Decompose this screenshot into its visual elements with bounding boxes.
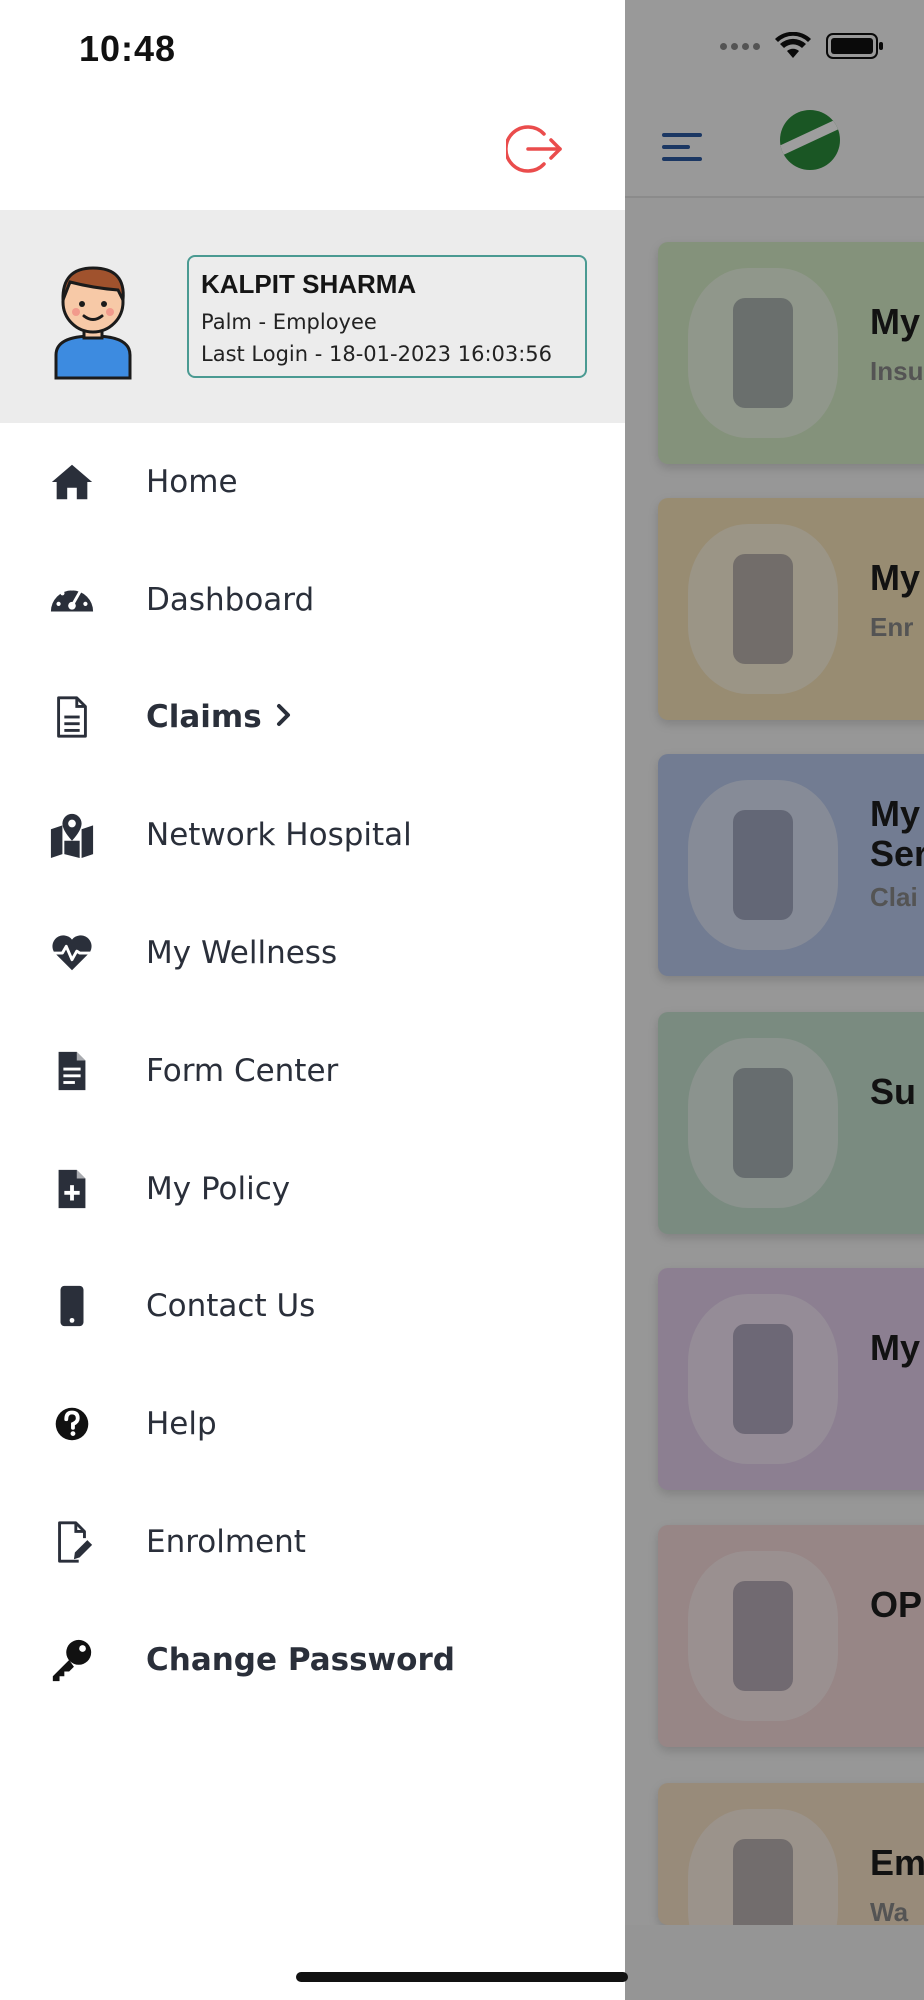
- status-time: 10:48: [79, 28, 177, 69]
- menu-label-help: Help: [146, 1406, 217, 1443]
- edit-file-icon: [48, 1518, 96, 1566]
- help-circle-icon: [48, 1400, 96, 1448]
- profile-section: KALPIT SHARMA Palm - Employee Last Login…: [0, 210, 625, 423]
- profile-card: KALPIT SHARMA Palm - Employee Last Login…: [187, 255, 587, 378]
- phone-icon: [48, 1282, 96, 1330]
- menu-label-home: Home: [146, 463, 238, 500]
- menu-item-network-hospital[interactable]: Network Hospital: [0, 776, 625, 894]
- menu-label-claims: Claims: [146, 699, 292, 735]
- menu-label-dashboard: Dashboard: [146, 581, 315, 618]
- speedometer-icon: [48, 576, 96, 624]
- drawer-menu: Home Dashboard Claims Network Hospital M…: [0, 423, 625, 1719]
- home-icon: [48, 458, 96, 506]
- menu-item-my-policy[interactable]: My Policy: [0, 1130, 625, 1248]
- avatar: [54, 266, 132, 380]
- menu-label-form-center: Form Center: [146, 1052, 339, 1089]
- menu-label-my-wellness: My Wellness: [146, 935, 338, 972]
- logout-icon[interactable]: [506, 120, 564, 178]
- menu-item-dashboard[interactable]: Dashboard: [0, 541, 625, 659]
- menu-item-claims[interactable]: Claims: [0, 659, 625, 777]
- menu-label-enrolment: Enrolment: [146, 1524, 306, 1561]
- menu-label-contact-us: Contact Us: [146, 1288, 316, 1325]
- menu-item-form-center[interactable]: Form Center: [0, 1012, 625, 1130]
- home-indicator[interactable]: [296, 1972, 628, 1982]
- menu-label-change-password: Change Password: [146, 1641, 455, 1678]
- menu-item-help[interactable]: Help: [0, 1365, 625, 1483]
- last-login: Last Login - 18-01-2023 16:03:56: [201, 342, 553, 366]
- heartbeat-icon: [48, 929, 96, 977]
- menu-label-my-policy: My Policy: [146, 1170, 291, 1207]
- menu-item-contact-us[interactable]: Contact Us: [0, 1248, 625, 1366]
- file-plus-icon: [48, 1165, 96, 1213]
- form-icon: [48, 1047, 96, 1095]
- menu-label-network-hospital: Network Hospital: [146, 817, 412, 854]
- document-icon: [48, 693, 96, 741]
- map-pin-icon: [48, 811, 96, 859]
- menu-item-enrolment[interactable]: Enrolment: [0, 1483, 625, 1601]
- user-name: KALPIT SHARMA: [201, 269, 417, 299]
- menu-item-change-password[interactable]: Change Password: [0, 1601, 625, 1719]
- key-icon: [48, 1636, 96, 1684]
- navigation-drawer: 10:48 KALPIT SHARMA Palm - Employee Last…: [0, 0, 625, 2000]
- user-role: Palm - Employee: [201, 310, 377, 334]
- menu-item-home[interactable]: Home: [0, 423, 625, 541]
- chevron-right-icon: [276, 704, 290, 727]
- menu-item-my-wellness[interactable]: My Wellness: [0, 894, 625, 1012]
